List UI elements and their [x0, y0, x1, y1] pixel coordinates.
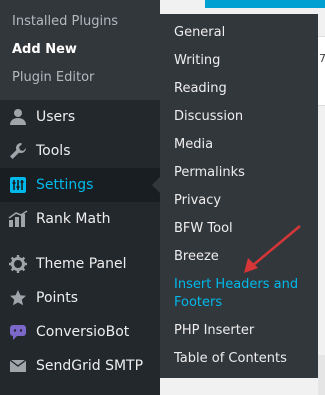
annotation-arrow [244, 225, 301, 273]
